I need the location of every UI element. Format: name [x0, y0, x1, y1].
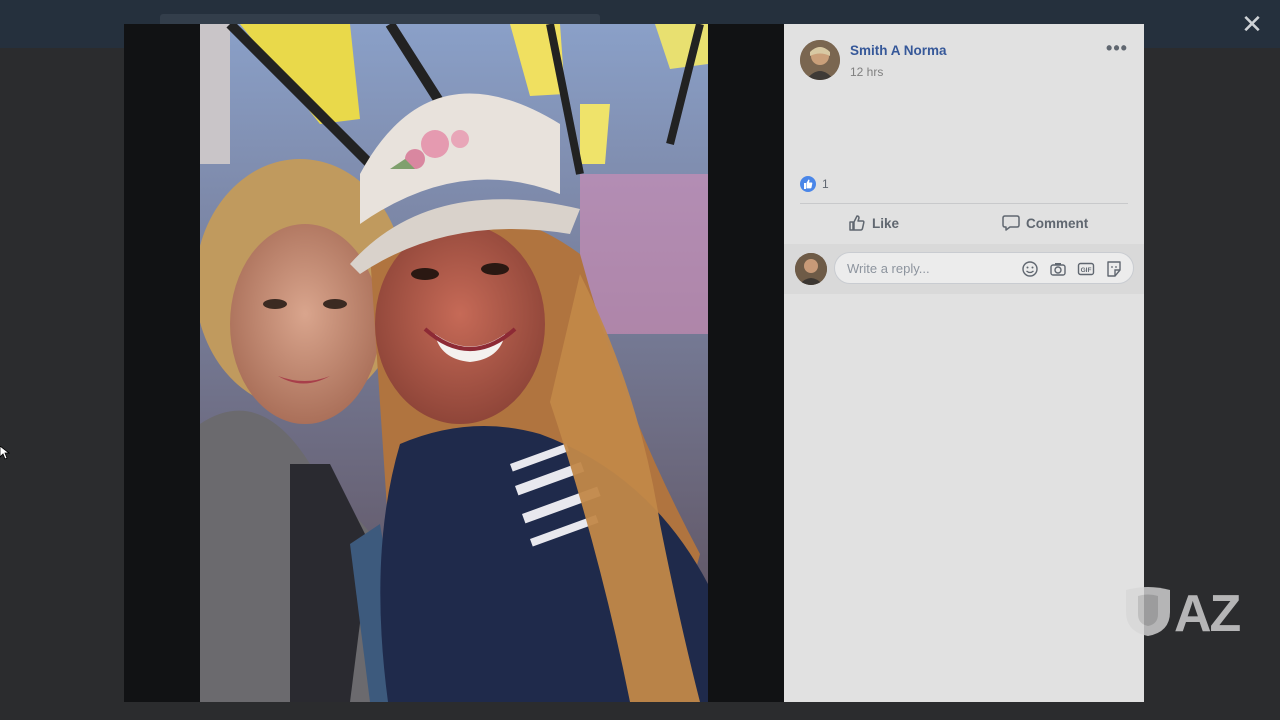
- watermark-text: AZ: [1174, 585, 1241, 643]
- comment-button[interactable]: Comment: [1002, 208, 1088, 238]
- more-options-icon[interactable]: •••: [1104, 38, 1130, 60]
- reply-composer: Write a reply... GIF: [784, 244, 1144, 294]
- like-reaction-icon: [800, 176, 816, 192]
- comment-label: Comment: [1026, 215, 1089, 231]
- reply-input[interactable]: Write a reply... GIF: [834, 252, 1134, 284]
- sticker-icon[interactable]: [1105, 260, 1123, 278]
- gif-icon[interactable]: GIF: [1077, 260, 1095, 278]
- like-label: Like: [872, 215, 900, 231]
- author-name-link[interactable]: Smith A Norma: [850, 43, 947, 58]
- photo-stage: [124, 24, 784, 702]
- viewer-avatar: [795, 253, 827, 285]
- viewer-avatar-image: [795, 253, 827, 285]
- camera-icon[interactable]: [1049, 260, 1067, 278]
- reply-placeholder: Write a reply...: [847, 261, 930, 276]
- reply-icon-group: GIF: [1021, 260, 1123, 278]
- broadcaster-watermark: AZ: [1124, 585, 1254, 643]
- reaction-count: 1: [822, 177, 829, 191]
- author-avatar[interactable]: [800, 40, 840, 80]
- post-details-panel: Smith A Norma 12 hrs ••• 1 Like Comment …: [784, 24, 1144, 702]
- comment-icon: [1002, 215, 1020, 231]
- broadcaster-logo-icon: [1126, 587, 1170, 636]
- avatar-image: [800, 40, 840, 80]
- close-icon[interactable]: ✕: [1238, 10, 1266, 38]
- like-button[interactable]: Like: [848, 208, 899, 238]
- emoji-icon[interactable]: [1021, 260, 1039, 278]
- mouse-cursor-icon: [0, 446, 10, 460]
- post-photo: [200, 24, 708, 702]
- post-timestamp[interactable]: 12 hrs: [850, 65, 883, 79]
- selfie-image: [200, 24, 708, 702]
- svg-text:GIF: GIF: [1081, 267, 1092, 274]
- reactions-summary[interactable]: 1: [800, 174, 829, 194]
- thumbs-up-icon: [849, 215, 865, 231]
- divider: [800, 203, 1128, 204]
